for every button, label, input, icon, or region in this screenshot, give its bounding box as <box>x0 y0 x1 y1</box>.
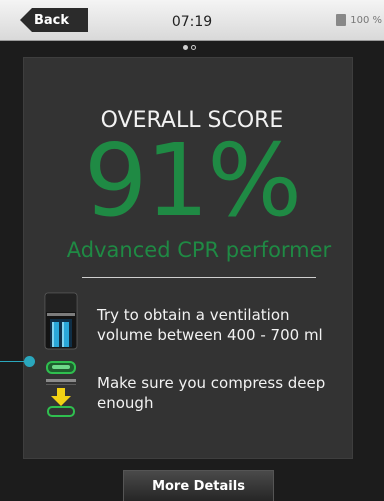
clock: 07:19 <box>171 14 213 30</box>
compression-depth-icon <box>46 361 76 417</box>
battery-status: 100 % <box>336 14 382 26</box>
battery-level: 100 % <box>350 14 382 26</box>
score-value: 91% <box>83 122 302 239</box>
page-dot-active <box>183 45 188 50</box>
performance-level: Advanced CPR performer <box>66 238 332 262</box>
ventilation-lungs-icon <box>44 292 78 350</box>
page-indicator <box>183 45 196 50</box>
divider <box>82 277 316 278</box>
page-dot-inactive <box>191 45 196 50</box>
battery-icon <box>336 14 347 26</box>
tip-ventilation: Try to obtain a ventilation volume betwe… <box>97 306 323 344</box>
tip-compression: Make sure you compress deep enough <box>97 374 326 412</box>
more-details-button[interactable]: More Details <box>123 470 274 501</box>
top-bar: Back 07:19 100 % <box>0 0 384 41</box>
pointer-dot <box>24 356 35 367</box>
